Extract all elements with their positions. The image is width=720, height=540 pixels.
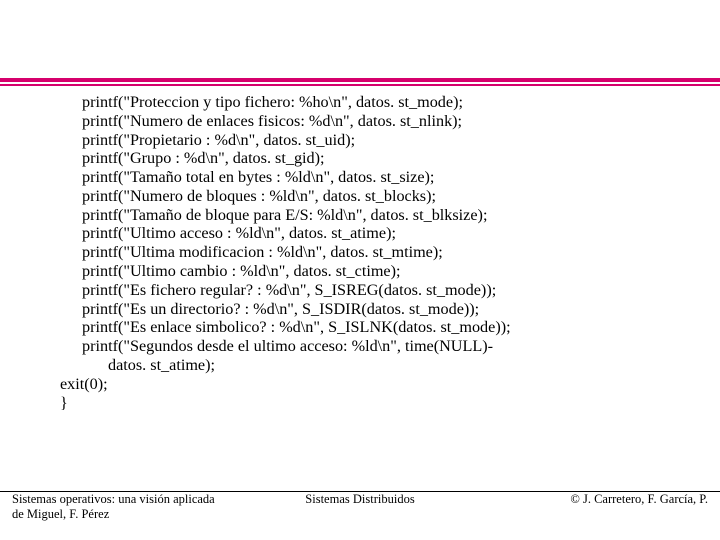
code-line: datos. st_atime);	[60, 356, 680, 375]
divider-thick	[0, 78, 720, 82]
footer-left-line2: de Miguel, F. Pérez	[12, 507, 109, 521]
code-line: printf("Proteccion y tipo fichero: %ho\n…	[60, 93, 680, 112]
code-line: printf("Ultima modificacion : %ld\n", da…	[60, 243, 680, 262]
footer: Sistemas operativos: una visión aplicada…	[0, 492, 720, 526]
code-line: printf("Es un directorio? : %d\n", S_ISD…	[60, 300, 680, 319]
code-line: printf("Es fichero regular? : %d\n", S_I…	[60, 281, 680, 300]
code-line: printf("Propietario : %d\n", datos. st_u…	[60, 131, 680, 150]
code-block: printf("Proteccion y tipo fichero: %ho\n…	[60, 93, 680, 412]
code-line: printf("Segundos desde el ultimo acceso:…	[60, 337, 680, 356]
slide: printf("Proteccion y tipo fichero: %ho\n…	[0, 0, 720, 540]
code-line: printf("Numero de enlaces fisicos: %d\n"…	[60, 112, 680, 131]
footer-right: © J. Carretero, F. García, P.	[570, 492, 708, 507]
divider-thin	[0, 84, 720, 86]
code-line: printf("Grupo : %d\n", datos. st_gid);	[60, 149, 680, 168]
code-line: printf("Es enlace simbolico? : %d\n", S_…	[60, 318, 680, 337]
code-line: printf("Numero de bloques : %ld\n", dato…	[60, 187, 680, 206]
code-line: printf("Tamaño total en bytes : %ld\n", …	[60, 168, 680, 187]
code-line: printf("Tamaño de bloque para E/S: %ld\n…	[60, 206, 680, 225]
code-line: printf("Ultimo acceso : %ld\n", datos. s…	[60, 224, 680, 243]
title-divider	[0, 78, 720, 84]
code-line: }	[60, 394, 680, 413]
code-line: printf("Ultimo cambio : %ld\n", datos. s…	[60, 262, 680, 281]
code-line: exit(0);	[60, 375, 680, 394]
